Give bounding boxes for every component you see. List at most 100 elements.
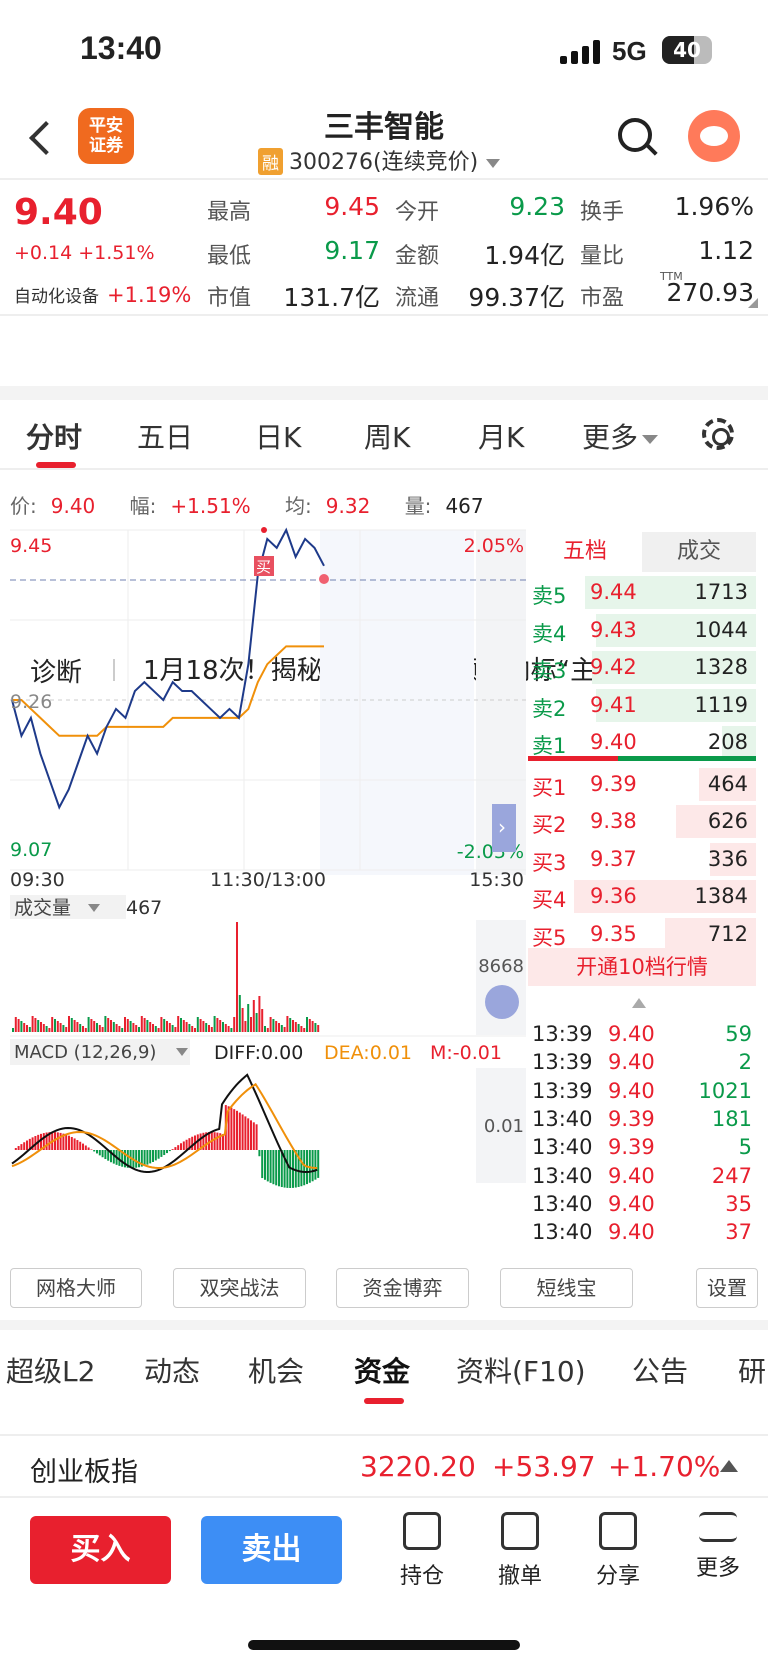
volume-bar — [317, 1025, 320, 1032]
volume-bar — [286, 1016, 289, 1032]
macd-bar — [79, 1141, 82, 1150]
tab-research[interactable]: 研 — [738, 1350, 766, 1390]
tool-short-term[interactable]: 短线宝 — [500, 1268, 633, 1308]
macd-bar — [258, 1150, 261, 1157]
ask-level[interactable]: 卖4 9.43 1044 — [528, 612, 756, 649]
ask-level[interactable]: 卖5 9.44 1713 — [528, 574, 756, 611]
volume-bar — [20, 1021, 23, 1032]
macd-bar — [70, 1136, 73, 1150]
tab-opportunity[interactable]: 机会 — [248, 1350, 304, 1390]
volume-bar — [79, 1024, 82, 1032]
macd-bar — [255, 1124, 258, 1150]
volume-bar — [219, 1020, 222, 1032]
volume-bar — [45, 1026, 48, 1032]
volume-bar — [129, 1021, 132, 1032]
settings-gear-icon[interactable] — [702, 418, 734, 450]
tab-five-levels[interactable]: 五档 — [528, 532, 642, 572]
bid-level[interactable]: 买1 9.39 464 — [528, 766, 756, 803]
expand-corner-icon[interactable] — [748, 298, 758, 308]
volume-bar — [65, 1027, 68, 1032]
holdings-icon — [403, 1512, 441, 1550]
volume-bar — [70, 1018, 73, 1032]
tool-grid-master[interactable]: 网格大师 — [10, 1268, 142, 1308]
macd-bar — [56, 1132, 59, 1150]
volume-bar — [191, 1026, 194, 1032]
macd-bar — [252, 1122, 255, 1150]
stock-code[interactable]: 融 300276(连续竞价) — [258, 144, 501, 176]
tick-row: 13:40 9.39 181 — [532, 1106, 752, 1131]
tab-announcements[interactable]: 公告 — [632, 1350, 688, 1390]
svg-text:成交量: 成交量 — [14, 897, 71, 919]
volume-bar — [146, 1020, 149, 1032]
sell-button[interactable]: 卖出 — [201, 1516, 342, 1584]
volume-bar — [261, 1009, 264, 1032]
tool-settings[interactable]: 设置 — [696, 1268, 758, 1308]
volume-bar — [224, 1024, 227, 1032]
tab-daily-k[interactable]: 日K — [255, 416, 301, 456]
scroll-up-icon[interactable] — [632, 998, 646, 1008]
holdings-button[interactable]: 持仓 — [392, 1508, 452, 1590]
share-button[interactable]: 分享 — [588, 1508, 648, 1590]
volume-bar — [17, 1019, 20, 1032]
y-mid-label: 9.26 — [10, 691, 52, 713]
volume-bar — [236, 922, 238, 1032]
volume-bar — [269, 1017, 272, 1032]
macd-histogram — [14, 1105, 320, 1188]
macd-bar — [216, 1132, 219, 1150]
tab-funds[interactable]: 资金 — [354, 1350, 410, 1390]
quote-label: 最低 — [207, 244, 252, 269]
bid-level[interactable]: 买4 9.36 1384 — [528, 878, 756, 915]
tool-double-breakout[interactable]: 双突战法 — [173, 1268, 306, 1308]
share-icon — [599, 1512, 637, 1550]
volume-bar — [292, 1020, 294, 1032]
tab-5day[interactable]: 五日 — [137, 416, 193, 456]
macd-bar — [191, 1136, 194, 1150]
home-indicator[interactable] — [248, 1640, 520, 1650]
bid-level[interactable]: 买2 9.38 626 — [528, 803, 756, 840]
current-price: 9.40 — [14, 192, 103, 233]
fullscreen-icon[interactable] — [485, 985, 519, 1019]
bid-level[interactable]: 买5 9.35 712 — [528, 916, 756, 953]
volume-bar — [138, 1027, 140, 1032]
assistant-avatar-icon[interactable] — [688, 110, 740, 162]
tab-more[interactable]: 更多 — [582, 416, 659, 456]
volume-bar — [306, 1017, 308, 1032]
volume-bar — [213, 1016, 216, 1032]
tab-weekly-k[interactable]: 周K — [364, 416, 410, 456]
volume-bar — [182, 1020, 185, 1032]
open-10-levels-button[interactable]: 开通10档行情 — [528, 948, 756, 986]
volume-bar — [126, 1019, 129, 1032]
cancel-order-button[interactable]: 撤单 — [490, 1508, 550, 1590]
index-name[interactable]: 创业板指 — [30, 1450, 138, 1489]
tool-fund-game[interactable]: 资金博弈 — [336, 1268, 469, 1308]
volume-bar — [266, 1028, 269, 1032]
sector-info[interactable]: 自动化设备 +1.19% — [14, 282, 191, 307]
ask-level[interactable]: 卖3 9.42 1328 — [528, 649, 756, 686]
y-high-label: 9.45 — [10, 535, 52, 557]
volume-bar — [275, 1021, 278, 1032]
volume-bar — [205, 1023, 208, 1032]
tab-intraday[interactable]: 分时 — [26, 416, 82, 456]
volume-bar — [168, 1023, 171, 1032]
intraday-chart[interactable]: 买 9.45 9.26 9.07 2.05% -2.05% › 09:30 11… — [0, 520, 528, 1260]
tab-super-l2[interactable]: 超级L2 — [6, 1350, 95, 1390]
svg-text:0.01: 0.01 — [484, 1116, 524, 1137]
volume-bars — [12, 922, 320, 1032]
tab-trades[interactable]: 成交 — [642, 532, 756, 572]
expand-up-icon[interactable] — [720, 1460, 738, 1472]
diagnosis-banner[interactable]: 诊断 1月18次！揭秘三丰智能高频风向标“主力” ✕ — [0, 316, 768, 688]
ask-level[interactable]: 卖2 9.41 1119 — [528, 687, 756, 724]
cancel-order-icon — [501, 1512, 539, 1550]
tab-monthly-k[interactable]: 月K — [478, 416, 524, 456]
tab-dynamics[interactable]: 动态 — [144, 1350, 200, 1390]
tab-f10[interactable]: 资料(F10) — [456, 1350, 586, 1390]
quote-label: 流通 — [395, 286, 440, 311]
macd-bar — [174, 1147, 177, 1150]
search-icon[interactable] — [618, 118, 652, 152]
volume-bar — [12, 1028, 14, 1032]
more-button[interactable]: 更多 — [688, 1508, 748, 1582]
buy-button[interactable]: 买入 — [30, 1516, 171, 1584]
price-line — [11, 527, 325, 810]
bid-level[interactable]: 买3 9.37 336 — [528, 841, 756, 878]
macd-bar — [168, 1150, 171, 1152]
